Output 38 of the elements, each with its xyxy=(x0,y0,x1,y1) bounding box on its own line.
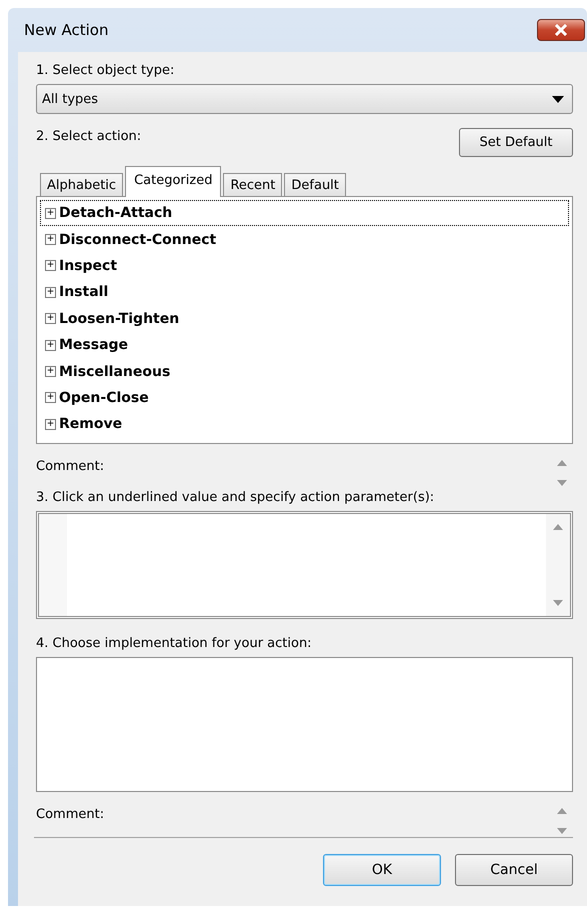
set-default-button[interactable]: Set Default xyxy=(459,128,573,157)
expand-icon[interactable]: + xyxy=(45,340,56,351)
comment-label: Comment: xyxy=(36,458,104,476)
parameters-label: 3. Click an underlined value and specify action parameter(s): xyxy=(36,488,436,507)
tree-item[interactable]: + Install xyxy=(40,279,569,306)
parameters-box[interactable] xyxy=(36,510,573,619)
dropdown-arrow-icon xyxy=(552,96,564,102)
tree-item[interactable]: + Loosen-Tighten xyxy=(40,306,569,332)
object-type-label: 1. Select object type: xyxy=(36,62,176,80)
tree-item[interactable]: + Miscellaneous xyxy=(40,358,569,385)
expand-icon[interactable]: + xyxy=(45,418,56,430)
tree-item[interactable]: + Detach-Attach xyxy=(40,200,569,226)
expand-icon[interactable]: + xyxy=(45,260,56,272)
implementation-label: 4. Choose implementation for your action: xyxy=(36,634,313,653)
expand-icon[interactable]: + xyxy=(45,286,56,298)
expand-icon[interactable]: + xyxy=(45,392,56,404)
tab[interactable]: Default xyxy=(284,173,346,196)
ok-button[interactable]: OK xyxy=(323,854,441,886)
comment-label: Comment: xyxy=(36,806,104,824)
action-label: 2. Select action: xyxy=(36,128,142,146)
tab[interactable]: Categorized xyxy=(125,166,222,197)
tree-item[interactable]: + Open-Close xyxy=(40,384,569,412)
expand-icon[interactable]: + xyxy=(45,366,56,378)
close-icon xyxy=(553,24,569,36)
expand-icon[interactable]: + xyxy=(45,234,56,246)
tab[interactable]: Recent xyxy=(223,173,282,196)
tree-item[interactable]: + Message xyxy=(40,332,569,358)
cancel-button[interactable]: Cancel xyxy=(455,854,573,886)
tab[interactable]: Alphabetic xyxy=(40,173,124,196)
window-title: New Action xyxy=(24,21,108,39)
tree-item[interactable]: + Inspect xyxy=(40,252,569,280)
expand-icon[interactable]: + xyxy=(45,208,56,219)
close-button[interactable] xyxy=(537,19,585,41)
scrollbar-icon[interactable] xyxy=(546,514,570,616)
tree-item[interactable]: + Remove xyxy=(40,411,569,438)
tree-item[interactable]: + Disconnect-Connect xyxy=(40,226,569,253)
object-type-dropdown[interactable]: All types xyxy=(36,84,573,114)
expand-icon[interactable]: + xyxy=(45,313,56,324)
